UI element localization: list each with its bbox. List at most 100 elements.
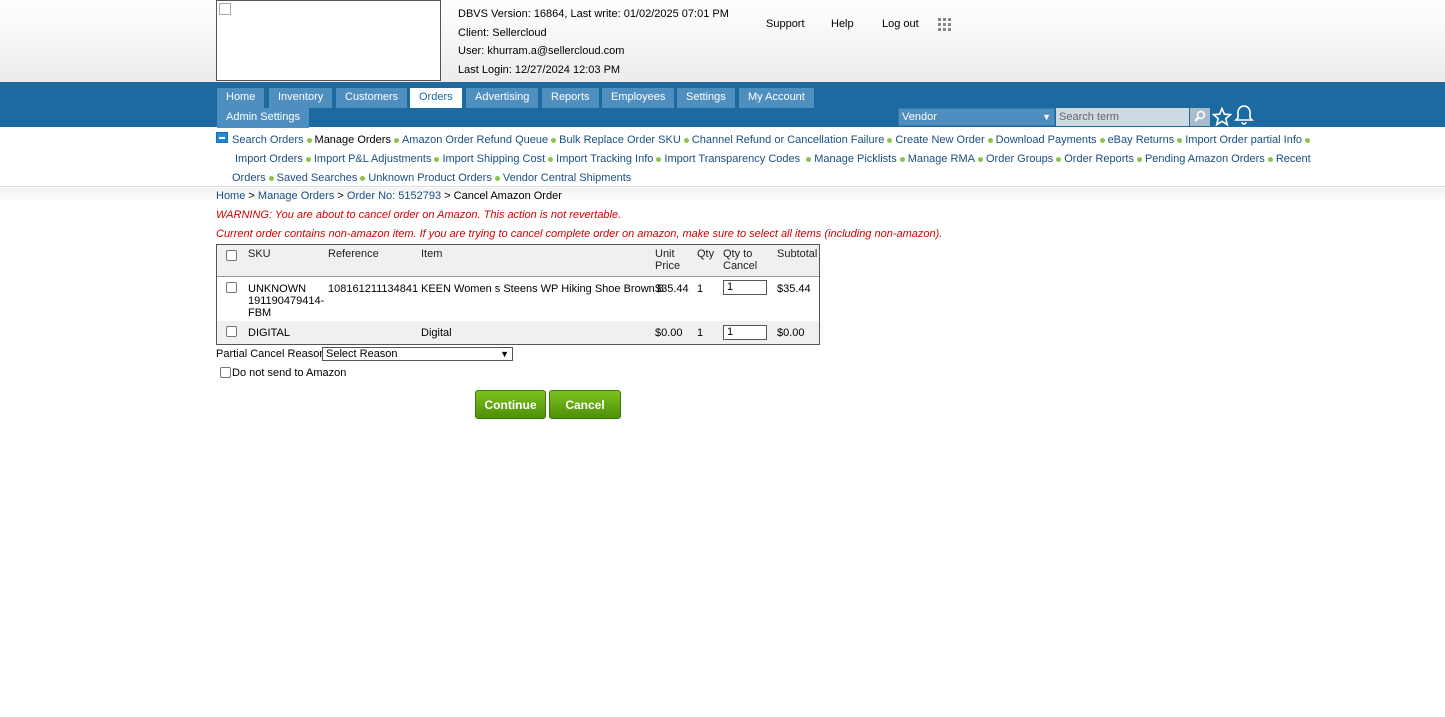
subnav-ebay-returns[interactable]: eBay Returns xyxy=(1108,134,1175,146)
favorite-star-icon[interactable] xyxy=(1212,107,1232,127)
subnav-manage-picklists[interactable]: Manage Picklists xyxy=(814,153,897,165)
subnav-search-orders[interactable]: Search Orders xyxy=(232,134,304,146)
breadcrumb-order-no[interactable]: Order No: 5152793 xyxy=(347,190,441,202)
tab-customers[interactable]: Customers xyxy=(336,88,408,108)
col-item: Item xyxy=(421,248,443,260)
subnav-bulk-replace-sku[interactable]: Bulk Replace Order SKU xyxy=(559,134,681,146)
broken-image-icon xyxy=(219,3,231,15)
tab-admin-settings[interactable]: Admin Settings xyxy=(217,108,309,128)
tab-settings[interactable]: Settings xyxy=(677,88,735,108)
partial-cancel-reason-select[interactable]: Select Reason ▼ xyxy=(322,347,513,361)
chevron-down-icon: ▼ xyxy=(500,349,509,359)
subnav-create-new-order[interactable]: Create New Order xyxy=(895,134,984,146)
breadcrumb-separator: > xyxy=(444,190,451,202)
subnav-channel-refund-failure[interactable]: Channel Refund or Cancellation Failure xyxy=(692,134,885,146)
tab-home[interactable]: Home xyxy=(217,88,265,108)
tab-advertising[interactable]: Advertising xyxy=(466,88,539,108)
company-logo[interactable] xyxy=(216,0,441,81)
grid-header: SKU Reference Item Unit Price Qty Qty to C… xyxy=(217,245,819,277)
divider xyxy=(0,186,1445,187)
client-line: Client: Sellercloud xyxy=(458,26,547,39)
logout-link[interactable]: Log out xyxy=(882,18,919,30)
col-qty-to-cancel: Qty to Cancel xyxy=(723,248,758,272)
subnav-saved-searches[interactable]: Saved Searches xyxy=(277,172,358,184)
row-reference: 108161211134841 xyxy=(328,283,419,295)
col-reference: Reference xyxy=(328,248,379,260)
partial-cancel-reason-value: Select Reason xyxy=(326,348,398,360)
subnav-unknown-product-orders[interactable]: Unknown Product Orders xyxy=(368,172,492,184)
table-row: DIGITAL Digital $0.00 1 1 $0.00 xyxy=(217,321,819,344)
tab-employees[interactable]: Employees xyxy=(602,88,675,108)
search-scope-value: Vendor xyxy=(902,111,937,123)
search-scope-select[interactable]: Vendor ▼ xyxy=(898,108,1055,126)
search-input[interactable]: Search term xyxy=(1056,108,1189,126)
version-line: DBVS Version: 16864, Last write: 01/02/2… xyxy=(458,8,729,20)
col-qty: Qty xyxy=(697,248,715,260)
qty-to-cancel-input[interactable]: 1 xyxy=(723,325,767,340)
continue-button[interactable]: Continue xyxy=(475,390,546,419)
subnav-import-shipping-cost[interactable]: Import Shipping Cost xyxy=(442,153,545,165)
breadcrumb-manage-orders[interactable]: Manage Orders xyxy=(258,190,334,202)
breadcrumb-separator: > xyxy=(248,190,255,202)
table-row: UNKNOWN 191190479414- FBM 108161211134841 … xyxy=(217,277,819,321)
breadcrumb-home[interactable]: Home xyxy=(216,190,245,202)
row-sku: DIGITAL xyxy=(248,327,290,339)
row-unit-price: $0.00 xyxy=(655,327,683,339)
last-login-line: Last Login: 12/27/2024 12:03 PM xyxy=(458,64,621,77)
user-line: User: khurram.a@sellercloud.com xyxy=(458,45,625,58)
qty-to-cancel-input[interactable]: 1 xyxy=(723,280,767,295)
search-button[interactable] xyxy=(1190,108,1210,126)
subnav-pending-amazon-orders[interactable]: Pending Amazon Orders xyxy=(1145,153,1265,165)
do-not-send-checkbox[interactable] xyxy=(220,367,231,378)
order-items-grid: SKU Reference Item Unit Price Qty Qty to C… xyxy=(216,244,820,345)
col-subtotal: Subtotal xyxy=(777,248,818,260)
subnav-import-transparency-codes[interactable]: Import Transparency Codes xyxy=(664,153,800,165)
breadcrumb-separator: > xyxy=(337,190,344,202)
col-sku: SKU xyxy=(248,248,271,260)
support-link[interactable]: Support xyxy=(766,18,805,30)
row-subtotal: $35.44 xyxy=(777,283,811,295)
subnav-import-orders[interactable]: Import Orders xyxy=(235,153,303,165)
subnav-download-payments[interactable]: Download Payments xyxy=(996,134,1097,146)
tab-orders[interactable]: Orders xyxy=(410,88,462,108)
breadcrumb: Home > Manage Orders > Order No: 5152793… xyxy=(216,190,562,202)
subnav-amazon-refund-queue[interactable]: Amazon Order Refund Queue xyxy=(402,134,548,146)
breadcrumb-current: Cancel Amazon Order xyxy=(453,190,562,202)
tab-inventory[interactable]: Inventory xyxy=(269,88,333,108)
subnav-recent-orders-cont[interactable]: Orders xyxy=(232,172,266,184)
cancel-warning: WARNING: You are about to cancel order o… xyxy=(216,209,622,221)
subnav-vendor-central-shipments[interactable]: Vendor Central Shipments xyxy=(503,172,631,184)
account-info: DBVS Version: 16864, Last write: 01/02/2… xyxy=(458,5,729,80)
non-amazon-warning: Current order contains non-amazon item. … xyxy=(216,228,943,240)
row-qty: 1 xyxy=(697,283,704,295)
subnav-manage-rma[interactable]: Manage RMA xyxy=(908,153,975,165)
subnav-import-tracking-info[interactable]: Import Tracking Info xyxy=(556,153,653,165)
help-link[interactable]: Help xyxy=(831,18,854,30)
subnav-order-reports[interactable]: Order Reports xyxy=(1064,153,1134,165)
row-subtotal: $0.00 xyxy=(777,327,805,339)
notification-bell-icon[interactable] xyxy=(1234,103,1254,125)
search-icon xyxy=(1194,110,1206,122)
do-not-send-label[interactable]: Do not send to Amazon xyxy=(232,367,346,379)
tab-my-account[interactable]: My Account xyxy=(739,88,814,108)
subnav-import-pl-adjustments[interactable]: Import P&L Adjustments xyxy=(314,153,432,165)
row-checkbox[interactable] xyxy=(226,282,237,293)
row-sku: UNKNOWN 191190479414- FBM xyxy=(248,283,325,319)
tab-reports[interactable]: Reports xyxy=(542,88,599,108)
cancel-button[interactable]: Cancel xyxy=(549,390,621,419)
select-all-checkbox[interactable] xyxy=(226,250,237,261)
subnav-manage-orders[interactable]: Manage Orders xyxy=(315,134,391,146)
row-qty: 1 xyxy=(697,327,704,339)
row-checkbox[interactable] xyxy=(226,326,237,337)
partial-cancel-reason-label: Partial Cancel Reason: xyxy=(216,348,329,360)
header: DBVS Version: 16864, Last write: 01/02/2… xyxy=(0,0,1445,82)
subnav-recent-orders[interactable]: Recent xyxy=(1276,153,1311,165)
subnav-order-groups[interactable]: Order Groups xyxy=(986,153,1053,165)
row-item: Digital xyxy=(421,327,452,339)
row-item: KEEN Women s Steens WP Hiking Shoe Brown… xyxy=(421,283,664,295)
apps-grid-icon[interactable] xyxy=(938,18,951,31)
subnav-import-order-partial-info[interactable]: Import Order partial Info xyxy=(1185,134,1302,146)
chevron-down-icon: ▼ xyxy=(1042,112,1051,122)
collapse-icon[interactable] xyxy=(216,132,228,143)
col-unit-price: Unit Price xyxy=(655,248,681,272)
